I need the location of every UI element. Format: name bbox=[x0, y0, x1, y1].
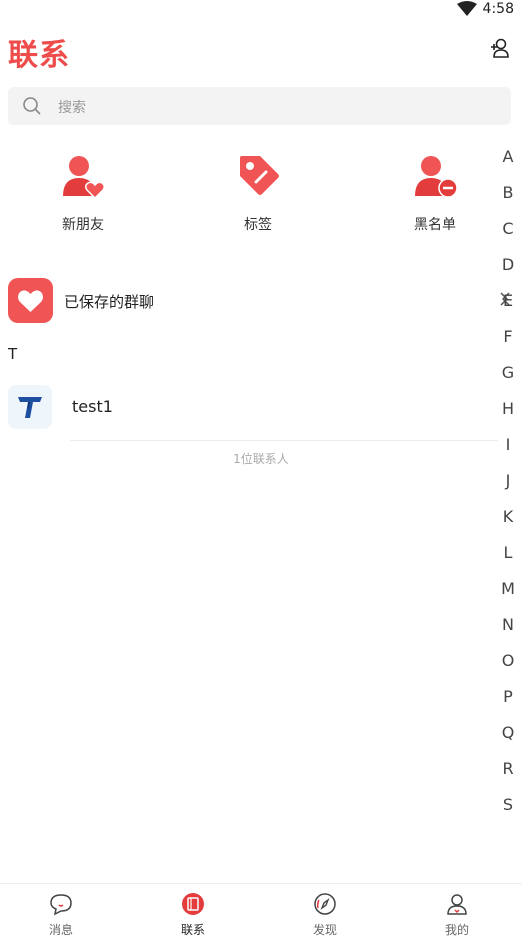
search-bar[interactable]: 搜索 bbox=[8, 87, 511, 125]
status-bar: 4:58 bbox=[0, 0, 522, 24]
tag-icon bbox=[240, 156, 279, 195]
tab-messages[interactable]: 消息 bbox=[0, 884, 126, 940]
new-friends-label: 新朋友 bbox=[62, 217, 104, 233]
avatar bbox=[8, 385, 52, 429]
t-logo-icon bbox=[18, 397, 42, 418]
index-letter[interactable]: G bbox=[497, 360, 519, 396]
chat-icon bbox=[50, 894, 72, 916]
saved-groups-label: 已保存的群聊 bbox=[64, 293, 155, 311]
index-letter[interactable]: C bbox=[497, 216, 519, 252]
index-letter[interactable]: H bbox=[497, 396, 519, 432]
index-letter[interactable]: P bbox=[497, 684, 519, 720]
index-letter[interactable]: K bbox=[497, 504, 519, 540]
index-letter[interactable]: F bbox=[497, 324, 519, 360]
tab-discover[interactable]: 发现 bbox=[260, 884, 390, 940]
divider bbox=[70, 440, 498, 441]
index-letter[interactable]: L bbox=[497, 540, 519, 576]
index-letter[interactable]: N bbox=[497, 612, 519, 648]
tab-label: 联系 bbox=[180, 923, 205, 937]
search-icon bbox=[23, 97, 41, 115]
index-letter[interactable]: E bbox=[497, 288, 519, 324]
index-letter[interactable]: S bbox=[497, 792, 519, 828]
tags-label: 标签 bbox=[244, 217, 272, 233]
tab-contacts[interactable]: 联系 bbox=[128, 884, 258, 940]
wifi-icon bbox=[456, 1, 477, 16]
index-letter[interactable]: D bbox=[497, 252, 519, 288]
tab-profile[interactable]: 我的 bbox=[392, 884, 522, 940]
contacts-icon bbox=[182, 893, 204, 915]
header: 联系 bbox=[0, 28, 522, 73]
index-letter[interactable]: Q bbox=[497, 720, 519, 756]
contact-name: test1 bbox=[72, 397, 113, 416]
section-header: T bbox=[8, 345, 18, 363]
tab-label: 发现 bbox=[312, 923, 337, 937]
index-letter[interactable]: B bbox=[497, 180, 519, 216]
index-letter[interactable]: I bbox=[497, 432, 519, 468]
saved-groups-row[interactable]: 已保存的群聊 bbox=[8, 278, 498, 323]
compass-icon bbox=[314, 893, 336, 915]
tab-bar: 消息 联系 发现 我的 bbox=[0, 883, 522, 940]
index-letter[interactable]: J bbox=[497, 468, 519, 504]
status-time: 4:58 bbox=[482, 1, 514, 17]
contact-count: 1位联系人 bbox=[233, 452, 289, 466]
heart-icon bbox=[8, 278, 53, 323]
person-heart-icon bbox=[63, 156, 106, 200]
index-letter[interactable]: A bbox=[497, 144, 519, 180]
profile-icon bbox=[447, 894, 467, 915]
blacklist-label: 黑名单 bbox=[414, 217, 456, 233]
tags-button[interactable]: 标签 bbox=[208, 152, 308, 234]
person-block-icon bbox=[415, 156, 458, 198]
index-letter[interactable]: R bbox=[497, 756, 519, 792]
index-letter[interactable]: O bbox=[497, 648, 519, 684]
page-title: 联系 bbox=[8, 38, 70, 73]
blacklist-button[interactable]: 黑名单 bbox=[385, 152, 485, 234]
tab-label: 我的 bbox=[444, 923, 469, 937]
status-right: 4:58 bbox=[456, 1, 514, 17]
tab-label: 消息 bbox=[48, 923, 73, 937]
add-contact-icon[interactable] bbox=[488, 36, 512, 60]
index-letter[interactable]: M bbox=[497, 576, 519, 612]
alphabet-index[interactable]: A B C D E F G H I J K L M N O P Q R S bbox=[497, 144, 519, 828]
search-input[interactable]: 搜索 bbox=[58, 97, 86, 117]
new-friends-button[interactable]: 新朋友 bbox=[33, 152, 133, 234]
contact-row[interactable]: test1 bbox=[8, 385, 498, 429]
